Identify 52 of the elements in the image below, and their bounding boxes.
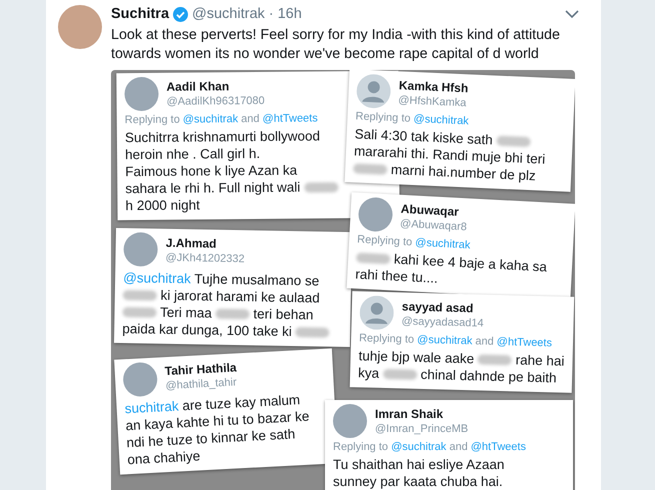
mention-link[interactable]: suchitrak: [124, 398, 180, 416]
avatar: [124, 76, 159, 112]
blurred-word: [382, 369, 417, 380]
replying-to-text: Replying to @suchitrak and @htTweets: [358, 332, 554, 350]
user-handle: @Abuwaqar8: [400, 218, 468, 234]
user-name: Kamka Hfsh: [398, 78, 468, 96]
mention-link[interactable]: @htTweets: [496, 336, 552, 350]
user-handle: @HfshKamka: [398, 94, 468, 110]
avatar: [58, 5, 102, 49]
blurred-word: [296, 328, 330, 338]
blurred-word: [215, 309, 250, 320]
user-name: Aadil Khan: [166, 78, 230, 94]
mention-link[interactable]: @suchitrak: [414, 236, 471, 252]
mention-link[interactable]: @htTweets: [262, 112, 318, 125]
blurred-word: [304, 182, 338, 194]
separator: ·: [268, 6, 274, 22]
user-name: sayyad asad: [402, 299, 474, 316]
tweet-body: tuhje bjp wale aake rahe hai kya chinal dahnde pe baith: [358, 347, 565, 387]
blurred-word: [122, 290, 157, 302]
blurred-word: [356, 252, 390, 265]
mention-link[interactable]: @suchitrak: [182, 113, 238, 126]
user-handle: @AadilKh96317080: [166, 94, 265, 108]
user-name: Imran Shaik: [375, 407, 444, 421]
author-handle[interactable]: @suchitrak: [192, 6, 265, 22]
user-handle: @hathila_tahir: [165, 376, 238, 392]
mention-link[interactable]: @suchitrak: [416, 334, 472, 348]
avatar: [123, 232, 158, 267]
blurred-word: [353, 164, 388, 176]
timestamp[interactable]: 16h: [278, 6, 302, 22]
user-handle: @Imran_PrinceMB: [375, 423, 468, 435]
default-avatar-icon: [359, 295, 394, 330]
blurred-word: [122, 308, 157, 318]
avatar: [333, 404, 367, 438]
mention-link[interactable]: @suchitrak: [391, 441, 446, 453]
user-handle: @sayyadasad14: [401, 315, 484, 330]
user-handle: @JKh41202332: [165, 252, 245, 266]
blurred-word: [496, 136, 531, 148]
chevron-down-icon[interactable]: [565, 10, 579, 18]
blurred-word: [478, 354, 512, 366]
user-name: J.Ahmad: [166, 236, 218, 252]
replying-to-text: Replying to @suchitrak and @htTweets: [333, 441, 527, 453]
tweet-text: Look at these perverts! Feel sorry for my India -with this kind of attitude towards women its no wonder we've become rape capital of d world: [111, 26, 561, 64]
user-name: Abuwaqar: [400, 202, 460, 219]
default-avatar-icon: [356, 73, 392, 109]
mention-link[interactable]: @htTweets: [470, 441, 526, 453]
author-name[interactable]: Suchitra: [111, 6, 170, 22]
mention-link[interactable]: @suchitrak: [123, 270, 191, 286]
tweet-body: @suchitrak Tujhe musalmano se ki jarorat harami ke aulaad Teri maa teri behan paida kar dunga, 100 take ki: [122, 269, 344, 341]
user-name: Tahir Hathila: [164, 360, 237, 378]
mention-link[interactable]: @suchitrak: [413, 112, 469, 128]
tweet-body: Tu shaithan hai esliye Azaan sunney par kaata chuba hai.: [333, 456, 506, 490]
image-collage[interactable]: [111, 70, 575, 490]
